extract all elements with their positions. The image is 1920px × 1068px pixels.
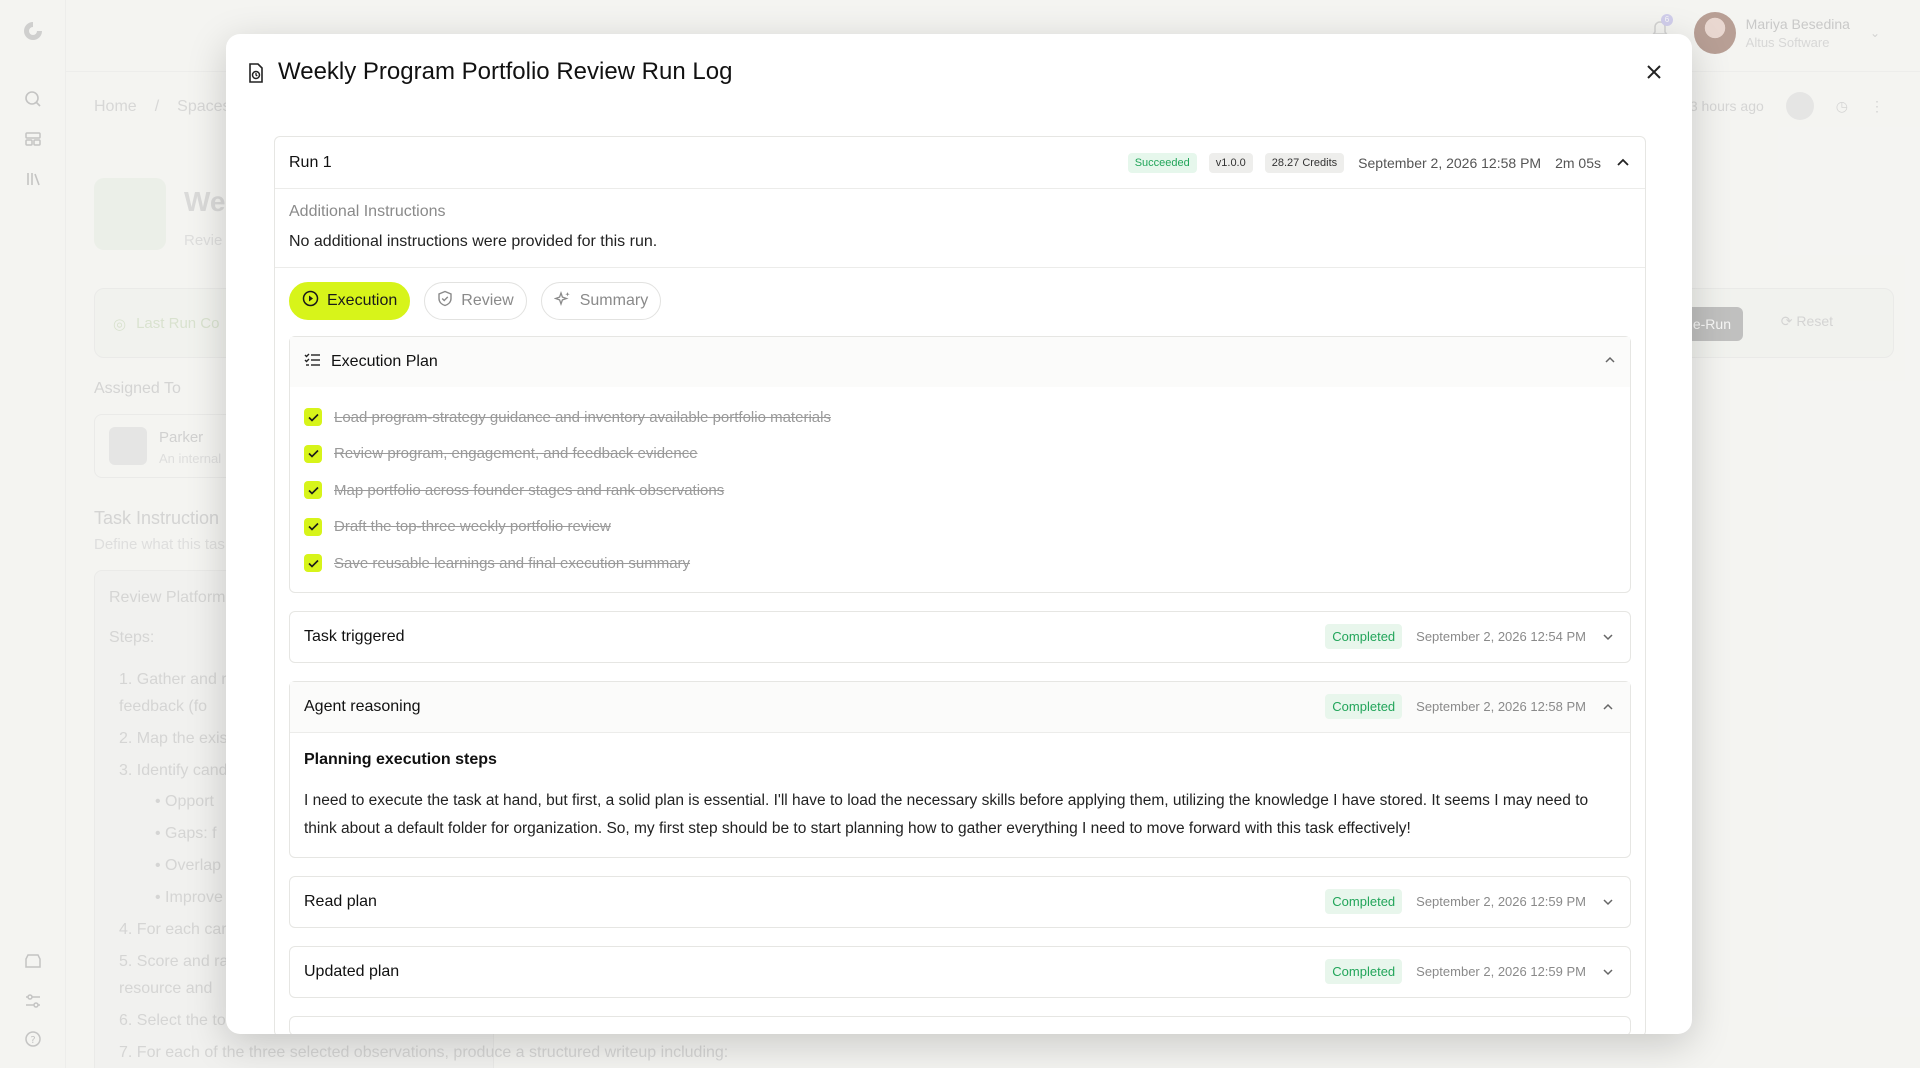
step-card: Agent reasoning Completed September 2, 2… (289, 680, 1631, 858)
run-log-scroll-area[interactable]: Run 1 Succeeded v1.0.0 28.27 Credits Sep… (226, 112, 1692, 1034)
chevron-down-icon[interactable] (1600, 894, 1616, 910)
additional-instructions-text: No additional instructions were provided… (289, 233, 658, 250)
chevron-down-icon[interactable] (1600, 964, 1616, 980)
tab-summary[interactable]: Summary (540, 282, 662, 320)
tab-execution[interactable]: Execution (289, 282, 411, 320)
sparkles-icon (553, 290, 572, 313)
step-title: Task triggered (304, 627, 405, 645)
run-log-icon (246, 62, 266, 84)
shield-check-icon (437, 290, 453, 312)
step-date: September 2, 2026 12:59 PM (1416, 964, 1586, 979)
modal-header: Weekly Program Portfolio Review Run Log (226, 34, 1692, 112)
status-badge: Completed (1325, 959, 1403, 984)
step-header[interactable]: Agent reasoning Completed September 2, 2… (290, 681, 1630, 732)
step-date: September 2, 2026 12:59 PM (1416, 894, 1586, 909)
chevron-up-icon[interactable] (1604, 353, 1616, 371)
execution-plan-card: Execution Plan Load program-strategy gui… (289, 336, 1631, 593)
additional-instructions-heading: Additional Instructions (289, 203, 446, 220)
play-circle-icon (302, 290, 319, 312)
run-status-badge: Succeeded (1127, 152, 1197, 173)
plan-item-text: Draft the top-three weekly portfolio rev… (334, 518, 611, 536)
additional-instructions: Additional Instructions No additional in… (275, 189, 1645, 268)
execution-plan-title: Execution Plan (331, 353, 438, 370)
step-title: Agent reasoning (304, 697, 421, 715)
tab-review[interactable]: Review (424, 282, 527, 320)
status-badge: Completed (1325, 624, 1403, 649)
plan-item: Review program, engagement, and feedback… (304, 436, 1616, 473)
run-label: Run 1 (289, 153, 332, 171)
tab-label: Execution (327, 292, 398, 309)
run-log-modal: Weekly Program Portfolio Review Run Log … (226, 34, 1692, 1034)
chevron-down-icon[interactable] (1600, 629, 1616, 645)
step-card-partial (289, 1015, 1631, 1034)
tab-label: Summary (579, 292, 649, 309)
plan-item-text: Load program-strategy guidance and inven… (334, 408, 831, 426)
step-title: Read plan (304, 892, 377, 910)
execution-plan-items: Load program-strategy guidance and inven… (290, 387, 1630, 592)
run-header[interactable]: Run 1 Succeeded v1.0.0 28.27 Credits Sep… (275, 137, 1645, 189)
checkbox-checked[interactable] (304, 554, 322, 573)
run-card: Run 1 Succeeded v1.0.0 28.27 Credits Sep… (274, 136, 1646, 1034)
plan-item-text: Save reusable learnings and final execut… (334, 554, 691, 572)
step-card: Updated plan Completed September 2, 2026… (289, 945, 1631, 998)
plan-item-text: Review program, engagement, and feedback… (334, 445, 698, 463)
checkbox-checked[interactable] (304, 444, 322, 463)
step-card: Task triggered Completed September 2, 20… (289, 610, 1631, 663)
step-card: Read plan Completed September 2, 2026 12… (289, 875, 1631, 928)
plan-item: Load program-strategy guidance and inven… (304, 399, 1616, 436)
version-badge: v1.0.0 (1208, 152, 1253, 173)
run-duration: 2m 05s (1555, 154, 1601, 171)
checklist-icon (304, 352, 321, 372)
plan-item: Draft the top-three weekly portfolio rev… (304, 509, 1616, 546)
run-date: September 2, 2026 12:58 PM (1358, 154, 1542, 171)
credits-badge: 28.27 Credits (1264, 152, 1345, 173)
chevron-up-icon[interactable] (1615, 155, 1631, 171)
status-badge: Completed (1325, 889, 1403, 914)
step-header[interactable]: Updated plan Completed September 2, 2026… (290, 947, 1630, 997)
run-tabs: Execution Review Summary (275, 268, 1645, 336)
tab-label: Review (461, 292, 514, 309)
step-date: September 2, 2026 12:54 PM (1416, 629, 1586, 644)
checkbox-checked[interactable] (304, 408, 322, 427)
step-header[interactable]: Read plan Completed September 2, 2026 12… (290, 877, 1630, 927)
plan-item: Map portfolio across founder stages and … (304, 472, 1616, 509)
checkbox-checked[interactable] (304, 481, 322, 500)
modal-title: Weekly Program Portfolio Review Run Log (278, 58, 733, 85)
plan-item-text: Map portfolio across founder stages and … (334, 481, 725, 499)
execution-plan-header[interactable]: Execution Plan (290, 337, 1630, 387)
reasoning-text: I need to execute the task at hand, but … (304, 791, 1589, 837)
step-body: Planning execution steps I need to execu… (290, 731, 1630, 857)
checkbox-checked[interactable] (304, 517, 322, 536)
step-header[interactable]: Task triggered Completed September 2, 20… (290, 612, 1630, 662)
step-date: September 2, 2026 12:58 PM (1416, 699, 1586, 714)
step-title: Updated plan (304, 962, 400, 980)
plan-item: Save reusable learnings and final execut… (304, 545, 1616, 582)
chevron-up-icon[interactable] (1600, 699, 1616, 715)
close-icon[interactable] (1640, 58, 1668, 86)
reasoning-heading: Planning execution steps (304, 750, 497, 768)
status-badge: Completed (1325, 694, 1403, 719)
